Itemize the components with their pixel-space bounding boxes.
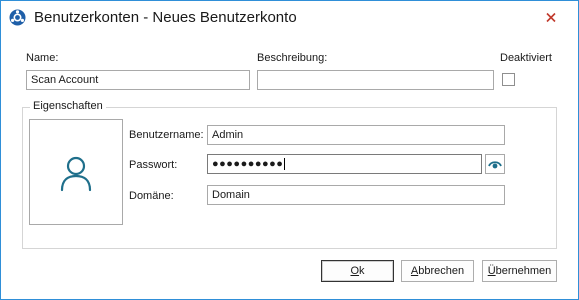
- description-input[interactable]: [257, 70, 494, 90]
- password-input[interactable]: ●●●●●●●●●●: [207, 154, 482, 174]
- description-label: Beschreibung:: [257, 52, 328, 64]
- apply-button[interactable]: Übernehmen: [482, 260, 557, 282]
- password-mask: ●●●●●●●●●●: [212, 158, 284, 170]
- name-label: Name:: [26, 52, 59, 64]
- ok-button[interactable]: Ok: [321, 260, 394, 282]
- username-input[interactable]: [207, 125, 505, 145]
- window-title: Benutzerkonten - Neues Benutzerkonto: [34, 9, 297, 26]
- close-icon: [546, 12, 556, 23]
- domain-input[interactable]: [207, 185, 505, 205]
- username-label: Benutzername:: [129, 129, 204, 141]
- name-input[interactable]: [26, 70, 250, 90]
- app-logo-icon: [9, 9, 26, 26]
- properties-group-label: Eigenschaften: [30, 100, 106, 112]
- title-bar[interactable]: Benutzerkonten - Neues Benutzerkonto: [1, 1, 578, 35]
- domain-label: Domäne:: [129, 190, 174, 202]
- cancel-button[interactable]: Abbrechen: [401, 260, 474, 282]
- user-icon: [60, 156, 92, 192]
- text-caret: [284, 158, 286, 171]
- deactivated-checkbox[interactable]: [502, 73, 515, 86]
- avatar: [29, 119, 123, 225]
- close-button[interactable]: [541, 10, 561, 26]
- deactivated-label: Deaktiviert: [500, 52, 552, 64]
- dialog-window: Benutzerkonten - Neues Benutzerkonto Nam…: [0, 0, 579, 300]
- eye-icon: [488, 161, 502, 169]
- password-label: Passwort:: [129, 159, 178, 171]
- show-password-button[interactable]: [485, 154, 505, 174]
